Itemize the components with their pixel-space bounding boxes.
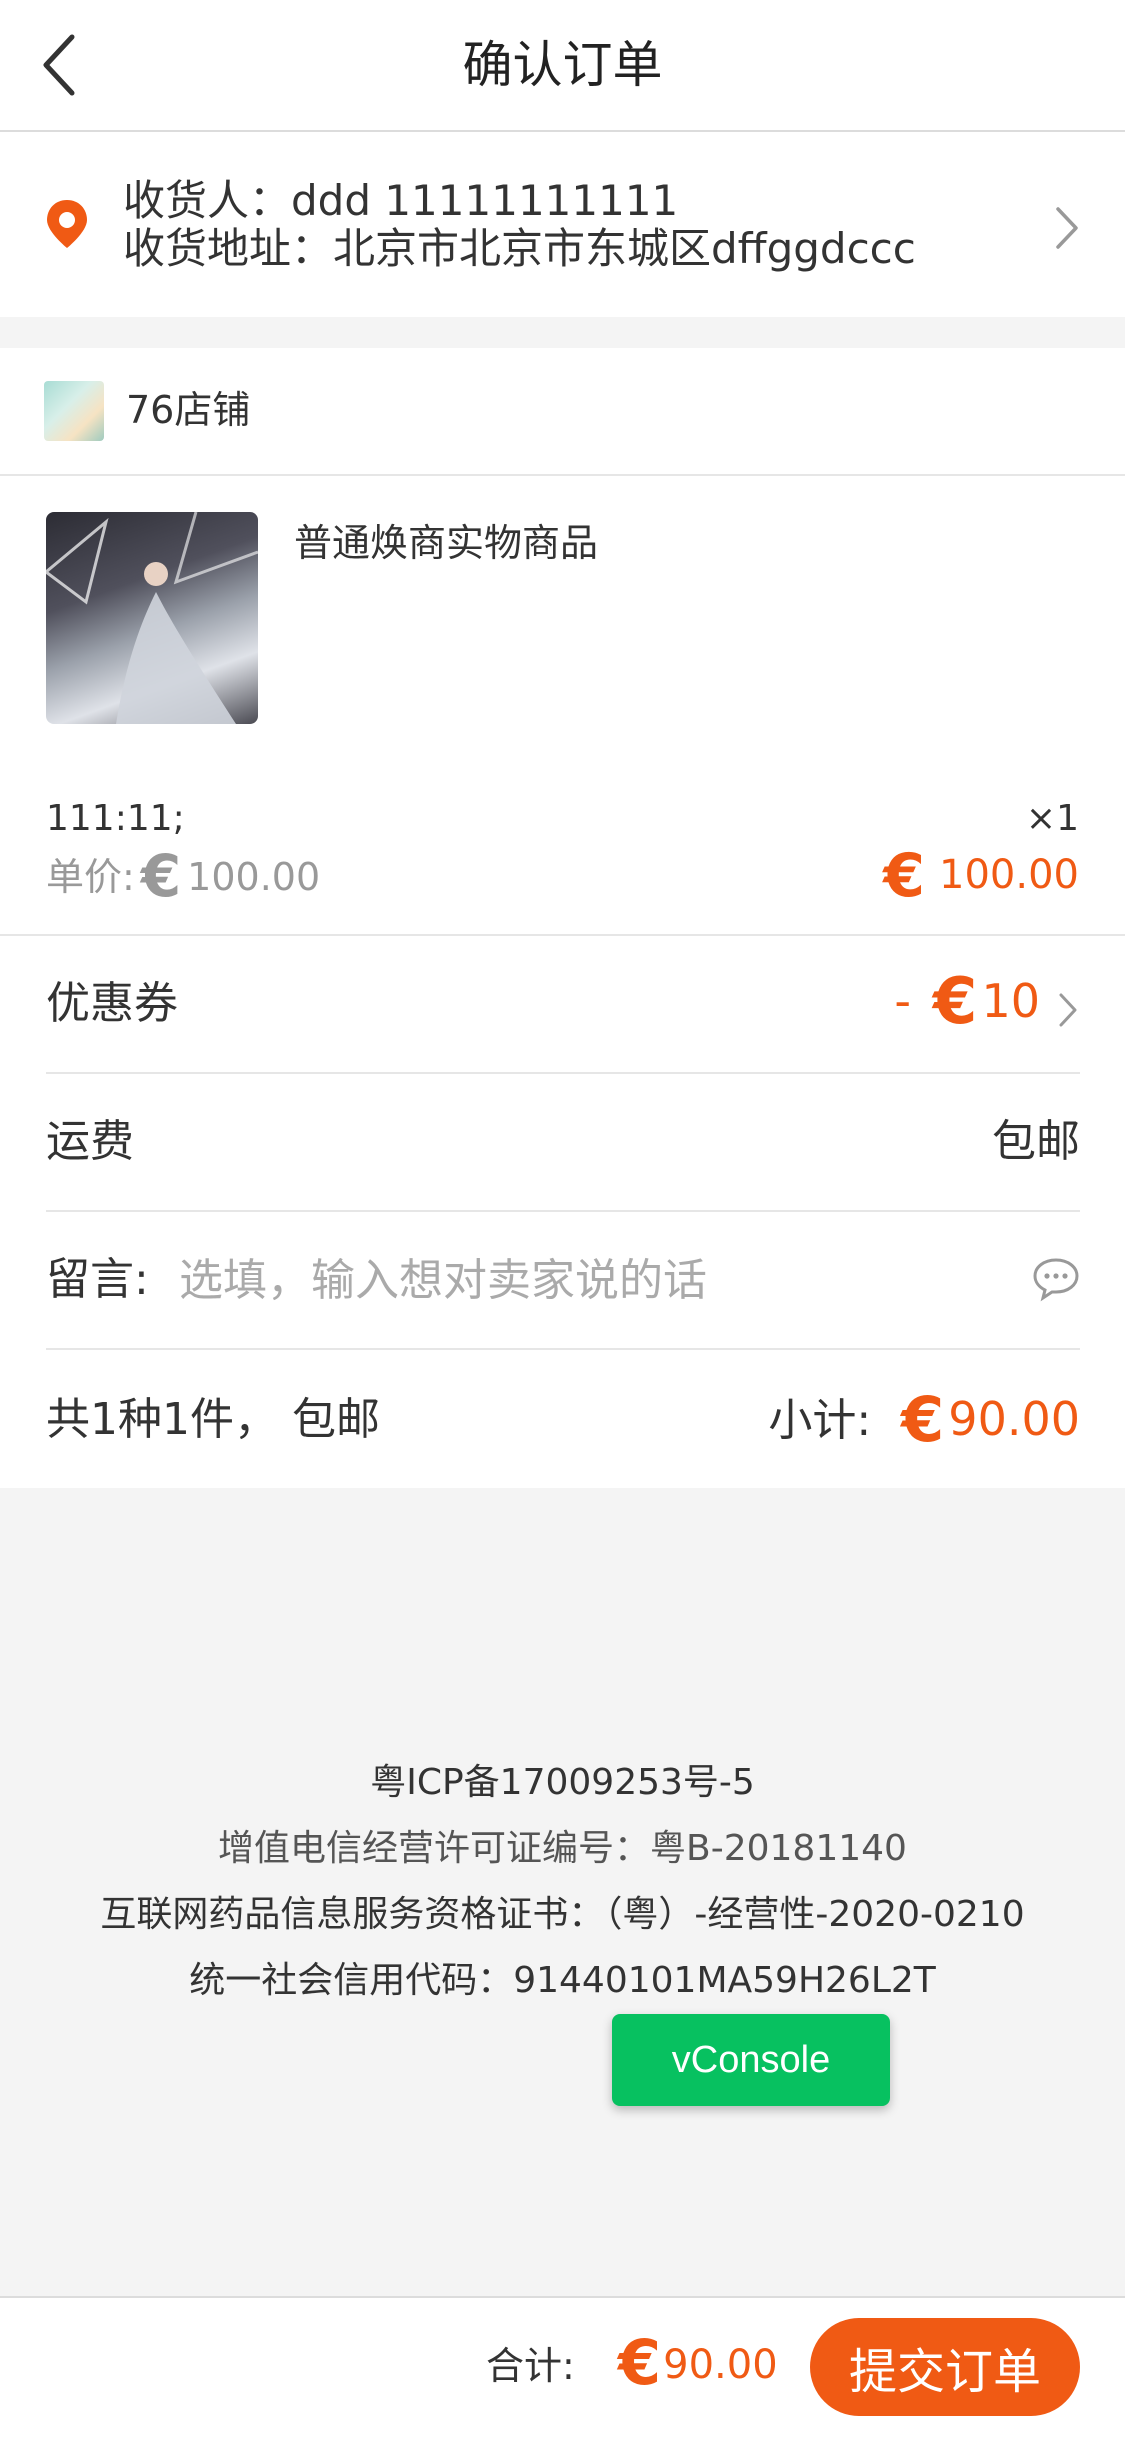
message-label: 留言:: [46, 1254, 149, 1305]
telecom-license: 增值电信经营许可证编号：粤B-20181140: [218, 1828, 907, 1869]
location-pin-icon: [44, 198, 90, 254]
chevron-right-icon: [1056, 992, 1080, 1032]
receiver-line: 收货人：ddd 11111111111: [123, 176, 679, 225]
unit-price-label: 单价:: [46, 855, 135, 899]
euro-icon: €: [140, 842, 182, 910]
shop-name: 76店铺: [126, 388, 251, 432]
product-quantity: ×1: [1025, 798, 1079, 839]
credit-code: 统一社会信用代码：91440101MA59H26L2T: [189, 1960, 936, 2001]
euro-icon: €: [618, 2326, 662, 2399]
subtotal-label: 小计:: [768, 1395, 872, 1446]
message-row: 留言:: [46, 1212, 1080, 1350]
subtotal-amount: €90.00: [901, 1387, 1080, 1453]
shipping-row: 运费 包邮: [46, 1074, 1080, 1212]
message-input[interactable]: [179, 1244, 999, 1316]
item-price-value: 100.00: [939, 852, 1079, 898]
total-value: 90.00: [663, 2342, 778, 2388]
coupon-value: - €10: [894, 968, 1040, 1035]
total-label: 合计:: [486, 2344, 575, 2388]
shipping-value: 包邮: [992, 1116, 1080, 1167]
product-name: 普通焕商实物商品: [294, 521, 599, 565]
euro-icon: €: [883, 841, 926, 911]
coupon-amount: 10: [981, 974, 1040, 1028]
submit-order-button[interactable]: 提交订单: [810, 2318, 1080, 2416]
license-info: 粤ICP备17009253号-5 增值电信经营许可证编号：粤B-20181140…: [0, 1750, 1125, 2014]
product-image: [46, 512, 258, 724]
euro-icon: €: [932, 965, 978, 1039]
subtotal: 小计: €90.00: [768, 1386, 1080, 1454]
item-price: €100.00: [883, 846, 1079, 906]
shop-avatar: [44, 381, 104, 441]
drug-license: 互联网药品信息服务资格证书：（粤）-经营性-2020-0210: [100, 1894, 1025, 1935]
coupon-row[interactable]: 优惠券 - €10: [46, 936, 1080, 1074]
address-line: 收货地址：北京市北京市东城区dffggdccc: [123, 224, 916, 273]
unit-price: 单价: €100.00: [46, 847, 321, 905]
vconsole-button[interactable]: vConsole: [612, 2014, 890, 2106]
total-amount: €90.00: [618, 2330, 778, 2398]
icp-number: 粤ICP备17009253号-5: [370, 1762, 755, 1803]
shipping-label: 运费: [46, 1116, 134, 1167]
product-sku: 111:11;: [46, 798, 185, 839]
unit-price-value: 100.00: [187, 855, 321, 899]
order-summary: 共1种1件， 包邮 小计: €90.00: [46, 1352, 1080, 1488]
item-count: 共1种1件， 包邮: [46, 1394, 380, 1445]
euro-icon: €: [901, 1383, 945, 1456]
coupon-label: 优惠券: [46, 978, 178, 1029]
coupon-minus: -: [894, 974, 911, 1028]
chat-bubble-icon[interactable]: [1032, 1256, 1080, 1306]
chevron-right-icon: [1052, 205, 1082, 255]
page-title: 确认订单: [462, 36, 663, 94]
subtotal-value: 90.00: [948, 1392, 1080, 1446]
